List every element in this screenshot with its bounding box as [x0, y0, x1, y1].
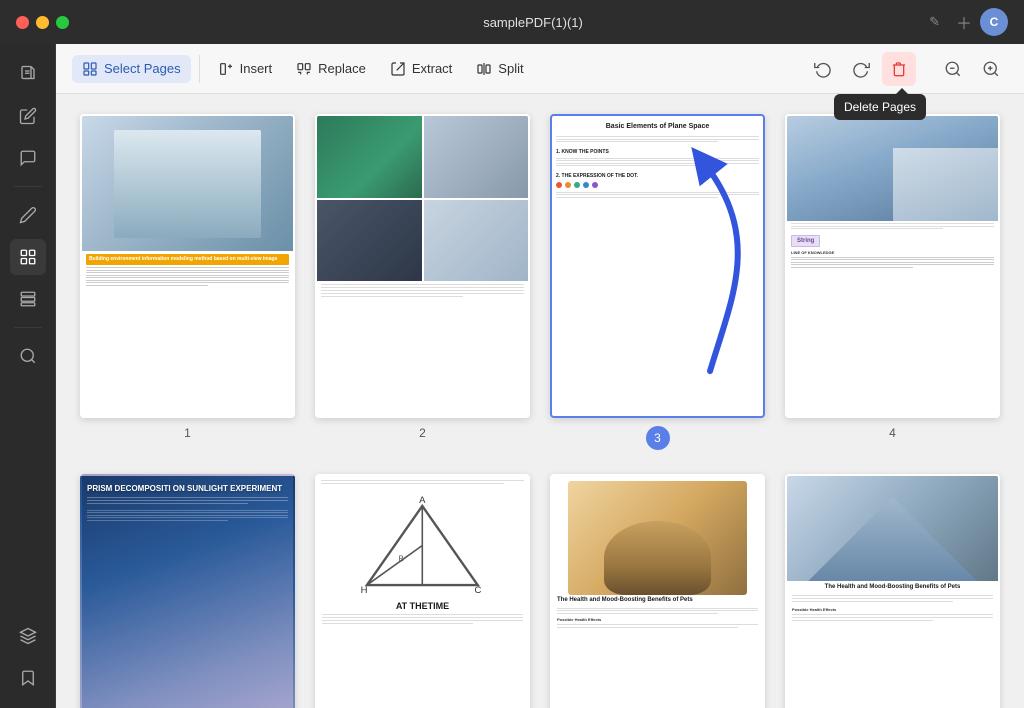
- pages-grid: Building environment information modelin…: [80, 114, 1000, 708]
- sidebar-bottom: [10, 618, 46, 708]
- toolbar: Select Pages Insert Replace: [56, 44, 1024, 94]
- titlebar: samplePDF(1)(1) ✎ ＋ C: [0, 0, 1024, 44]
- page-item-5[interactable]: PRISM DECOMPOSITI ON SUNLIGHT EXPERIMENT: [80, 474, 295, 708]
- sidebar-icon-comment[interactable]: [10, 140, 46, 176]
- page-item-1[interactable]: Building environment information modelin…: [80, 114, 295, 450]
- sidebar-icon-bookmark[interactable]: [10, 660, 46, 696]
- replace-icon: [296, 61, 312, 77]
- page-thumb-3[interactable]: Basic Elements of Plane Space 1. KNOW TH…: [550, 114, 765, 418]
- page-item-7[interactable]: The Health and Mood-Boosting Benefits of…: [550, 474, 765, 708]
- split-icon: [476, 61, 492, 77]
- trash-icon: [891, 61, 907, 77]
- new-tab-icon[interactable]: ＋: [956, 10, 972, 34]
- svg-text:C: C: [475, 585, 482, 596]
- sidebar-icon-organize[interactable]: [10, 281, 46, 317]
- page-item-6[interactable]: A H C B AT THETIME: [315, 474, 530, 708]
- edit-title-icon[interactable]: ✎: [929, 14, 940, 30]
- content-area: Select Pages Insert Replace: [56, 44, 1024, 708]
- split-button[interactable]: Split: [466, 55, 533, 83]
- page-thumb-1[interactable]: Building environment information modelin…: [80, 114, 295, 418]
- select-pages-icon: [82, 61, 98, 77]
- sidebar-icon-edit[interactable]: [10, 98, 46, 134]
- sidebar-icon-layers[interactable]: [10, 618, 46, 654]
- sidebar-icon-pages[interactable]: [10, 239, 46, 275]
- svg-text:B: B: [399, 554, 404, 563]
- sidebar-divider-2: [14, 327, 42, 328]
- toolbar-sep-1: [199, 55, 200, 83]
- sidebar-icon-document[interactable]: [10, 56, 46, 92]
- insert-icon: [218, 61, 234, 77]
- delete-tooltip-container: Delete Pages: [882, 52, 916, 86]
- traffic-lights: [16, 16, 69, 29]
- svg-text:A: A: [419, 495, 426, 506]
- page-item-2[interactable]: 2: [315, 114, 530, 450]
- page-thumb-7[interactable]: The Health and Mood-Boosting Benefits of…: [550, 474, 765, 708]
- rotate-left-button[interactable]: [806, 52, 840, 86]
- page-number-badge-3: 3: [646, 426, 670, 450]
- select-pages-button[interactable]: Select Pages: [72, 55, 191, 83]
- extract-button[interactable]: Extract: [380, 55, 462, 83]
- sidebar-icon-search[interactable]: [10, 338, 46, 374]
- maximize-button[interactable]: [56, 16, 69, 29]
- pages-grid-container[interactable]: Building environment information modelin…: [56, 94, 1024, 708]
- sidebar-divider-1: [14, 186, 42, 187]
- insert-button[interactable]: Insert: [208, 55, 283, 83]
- avatar[interactable]: C: [980, 8, 1008, 36]
- window-title: samplePDF(1)(1): [85, 15, 981, 30]
- page-item-3[interactable]: Basic Elements of Plane Space 1. KNOW TH…: [550, 114, 765, 450]
- page-item-4[interactable]: String LINE OF KNOWLEDGE 4: [785, 114, 1000, 450]
- extract-icon: [390, 61, 406, 77]
- close-button[interactable]: [16, 16, 29, 29]
- sidebar-icon-fill[interactable]: [10, 197, 46, 233]
- delete-pages-button[interactable]: [882, 52, 916, 86]
- page-thumb-6[interactable]: A H C B AT THETIME: [315, 474, 530, 708]
- page-thumb-5[interactable]: PRISM DECOMPOSITI ON SUNLIGHT EXPERIMENT: [80, 474, 295, 708]
- replace-button[interactable]: Replace: [286, 55, 376, 83]
- main-layout: Select Pages Insert Replace: [0, 44, 1024, 708]
- page1-headline: Building environment information modelin…: [86, 254, 289, 265]
- left-sidebar: [0, 44, 56, 708]
- page-number-4: 4: [889, 426, 896, 440]
- zoom-out-button[interactable]: [936, 52, 970, 86]
- page-thumb-8[interactable]: The Health and Mood-Boosting Benefits of…: [785, 474, 1000, 708]
- page-item-8[interactable]: The Health and Mood-Boosting Benefits of…: [785, 474, 1000, 708]
- page-thumb-4[interactable]: String LINE OF KNOWLEDGE: [785, 114, 1000, 418]
- page-thumb-2[interactable]: [315, 114, 530, 418]
- svg-text:H: H: [361, 585, 368, 596]
- page-number-1: 1: [184, 426, 191, 440]
- rotate-right-button[interactable]: [844, 52, 878, 86]
- toolbar-right: Delete Pages: [806, 52, 1008, 86]
- minimize-button[interactable]: [36, 16, 49, 29]
- zoom-in-button[interactable]: [974, 52, 1008, 86]
- page-number-2: 2: [419, 426, 426, 440]
